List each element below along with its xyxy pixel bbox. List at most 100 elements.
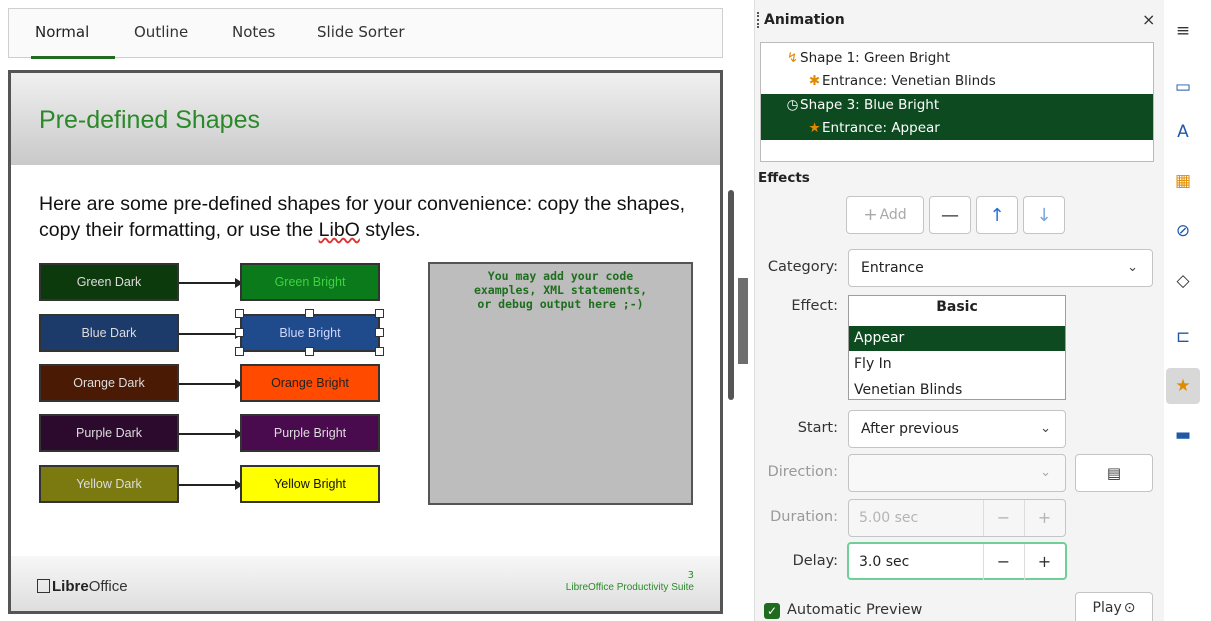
footer-suite-text: LibreOffice Productivity Suite	[565, 582, 694, 593]
selection-handle[interactable]	[375, 328, 384, 337]
play-icon: ⊙	[1123, 600, 1136, 616]
slide-canvas[interactable]: Pre-defined Shapes Here are some pre-def…	[8, 70, 723, 614]
animation-icon[interactable]: ★	[1166, 368, 1200, 404]
logo-text-bold: Libre	[52, 578, 89, 595]
close-deck-icon[interactable]: ×	[1142, 10, 1155, 29]
shape-yellow-dark[interactable]: Yellow Dark	[39, 465, 179, 503]
start-dropdown[interactable]: After previous ⌄	[848, 410, 1066, 448]
shape-purple-bright[interactable]: Purple Bright	[240, 414, 380, 452]
slide-body-text[interactable]: Here are some pre-defined shapes for you…	[39, 191, 699, 243]
direction-dropdown[interactable]: ⌄	[848, 454, 1066, 492]
view-tabbar: Normal Outline Notes Slide Sorter	[8, 8, 723, 59]
vertical-scrollbar[interactable]	[728, 190, 734, 400]
tab-slide-sorter[interactable]: Slide Sorter	[317, 23, 405, 41]
selection-handle[interactable]	[375, 347, 384, 356]
master-slides-icon[interactable]: ▬	[1166, 420, 1200, 450]
tab-normal[interactable]: Normal	[35, 23, 89, 41]
shape-orange-dark[interactable]: Orange Dark	[39, 364, 179, 402]
slide-page-number: 3	[687, 570, 694, 581]
automatic-preview-label: Automatic Preview	[787, 602, 923, 618]
shape-icon: ↯	[786, 50, 799, 66]
connector-arrow[interactable]	[179, 329, 243, 339]
connector-arrow[interactable]	[179, 429, 243, 439]
code-sample-box[interactable]: You may add your code examples, XML stat…	[428, 262, 693, 505]
sidebar-splitter[interactable]	[738, 278, 748, 364]
selection-handle[interactable]	[305, 309, 314, 318]
tab-notes[interactable]: Notes	[232, 23, 275, 41]
minus-icon: —	[941, 204, 959, 226]
selection-handle[interactable]	[305, 347, 314, 356]
shape-yellow-bright[interactable]: Yellow Bright	[240, 465, 380, 503]
automatic-preview-checkbox[interactable]: ✓	[764, 603, 780, 619]
arrow-up-icon: ↑	[989, 204, 1005, 226]
slide-footer: LibreOffice 3 LibreOffice Productivity S…	[11, 556, 720, 611]
decrease-button[interactable]: −	[983, 544, 1023, 580]
play-button[interactable]: Play ⊙	[1075, 592, 1153, 621]
increase-button[interactable]: +	[1024, 544, 1064, 580]
remove-effect-button[interactable]: —	[929, 196, 971, 234]
delay-spinbox[interactable]: 3.0 sec − +	[847, 542, 1067, 580]
start-label: Start:	[797, 420, 838, 436]
delay-value[interactable]: 3.0 sec	[859, 544, 909, 580]
increase-button[interactable]: +	[1024, 500, 1064, 536]
star-icon: ★	[808, 120, 821, 136]
selection-handle[interactable]	[375, 309, 384, 318]
shape-green-bright[interactable]: Green Bright	[240, 263, 380, 301]
entrance-star-icon: ✱	[808, 73, 821, 89]
duration-spinbox[interactable]: 5.00 sec − +	[848, 499, 1066, 537]
effects-section-label: Effects	[758, 170, 810, 186]
slide-transition-icon[interactable]: ⊏	[1166, 322, 1200, 352]
effect-list[interactable]: Basic Appear Fly In Venetian Blinds	[848, 295, 1066, 400]
logo-box-icon	[37, 579, 50, 593]
add-effect-button[interactable]: + Add	[846, 196, 924, 234]
effect-item-appear[interactable]: Appear	[849, 326, 1065, 351]
effect-options-button[interactable]: ▤	[1075, 454, 1153, 492]
connector-arrow[interactable]	[179, 480, 243, 490]
shape-green-dark[interactable]: Green Dark	[39, 263, 179, 301]
effect-item-venetian-blinds[interactable]: Venetian Blinds	[849, 378, 1065, 399]
anim-list-item-selected[interactable]: ◷ Shape 3: Blue Bright	[761, 94, 1153, 117]
selection-handle[interactable]	[235, 347, 244, 356]
direction-label: Direction:	[767, 464, 838, 480]
options-icon: ▤	[1106, 464, 1122, 482]
gallery-icon[interactable]: ▦	[1166, 166, 1200, 196]
properties-icon[interactable]: ▭	[1166, 72, 1200, 102]
shape-orange-bright[interactable]: Orange Bright	[240, 364, 380, 402]
slide-title[interactable]: Pre-defined Shapes	[39, 106, 260, 135]
tab-outline[interactable]: Outline	[134, 23, 188, 41]
deck-title: Animation	[764, 12, 845, 28]
sidebar-menu-icon[interactable]: ≡	[1166, 16, 1200, 46]
animation-list[interactable]: ↯ Shape 1: Green Bright ✱ Entrance: Veneti…	[760, 42, 1154, 162]
effect-item-fly-in[interactable]: Fly In	[849, 352, 1065, 377]
shape-blue-dark[interactable]: Blue Dark	[39, 314, 179, 352]
navigator-icon[interactable]: ⊘	[1166, 216, 1200, 246]
logo-text-rest: Office	[88, 578, 128, 595]
decrease-button[interactable]: −	[983, 500, 1023, 536]
effect-group-header: Basic	[936, 299, 978, 315]
effect-label: Effect:	[791, 298, 838, 314]
category-dropdown[interactable]: Entrance ⌄	[848, 249, 1153, 287]
deck-grip-icon[interactable]	[757, 12, 760, 28]
anim-list-item[interactable]: ✱ Entrance: Venetian Blinds	[761, 70, 1153, 93]
styles-icon[interactable]: A	[1166, 117, 1200, 147]
anim-list-item-selected[interactable]: ★Entrance: Appear	[761, 117, 1153, 140]
chevron-down-icon: ⌄	[1040, 421, 1051, 436]
move-up-button[interactable]: ↑	[976, 196, 1018, 234]
plus-icon: +	[863, 205, 878, 225]
anim-list-item[interactable]: ↯ Shape 1: Green Bright	[761, 47, 1153, 70]
shape-purple-dark[interactable]: Purple Dark	[39, 414, 179, 452]
move-down-button[interactable]: ↓	[1023, 196, 1065, 234]
duration-value: 5.00 sec	[859, 510, 919, 526]
body-text-libo: LibO	[318, 219, 360, 241]
category-label: Category:	[767, 259, 838, 275]
clock-icon: ◷	[786, 97, 799, 113]
selection-handle[interactable]	[235, 309, 244, 318]
selection-handle[interactable]	[235, 328, 244, 337]
connector-arrow[interactable]	[179, 379, 243, 389]
connector-arrow[interactable]	[179, 278, 243, 288]
chevron-down-icon: ⌄	[1127, 260, 1138, 275]
libreoffice-logo: LibreOffice	[37, 578, 128, 595]
delay-label: Delay:	[792, 553, 838, 569]
shapes-icon[interactable]: ◇	[1166, 266, 1200, 296]
active-tab-indicator	[31, 56, 115, 59]
